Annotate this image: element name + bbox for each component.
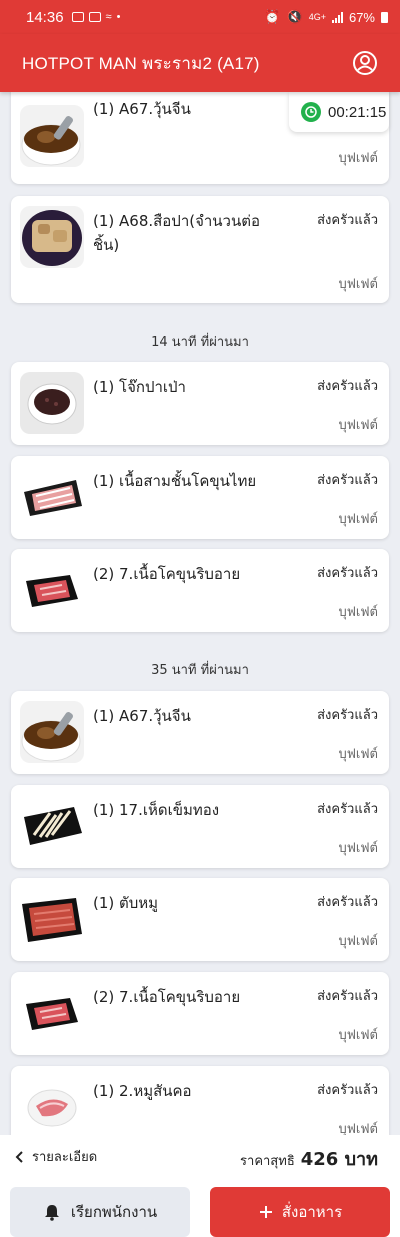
order-footer: รายละเอียด ราคาสุทธิ 426 บาท เรียกพนักงา… [0, 1135, 400, 1237]
order-item[interactable]: (2) 7.เนื้อโคขุนริบอาย ส่งครัวแล้ว บุฟเฟ… [11, 549, 389, 632]
pork-plate-image [20, 1076, 84, 1135]
clock-icon [301, 102, 321, 122]
item-type: บุฟเฟต์ [338, 151, 378, 166]
item-name: (1) A67.วุ้นจีน [93, 100, 191, 118]
item-type: บุฟเฟต์ [338, 605, 378, 620]
details-toggle[interactable]: รายละเอียด [14, 1146, 97, 1167]
order-item[interactable]: (1) 17.เห็ดเข็มทอง ส่งครัวแล้ว บุฟเฟต์ [11, 785, 389, 868]
item-type: บุฟเฟต์ [338, 747, 378, 762]
app-bar: HOTPOT MAN พระราม2 (A17) [0, 34, 400, 92]
total-price: ราคาสุทธิ 426 บาท [240, 1144, 378, 1173]
call-staff-button[interactable]: เรียกพนักงาน [10, 1187, 190, 1237]
item-type: บุฟเฟต์ [338, 512, 378, 527]
status-bar: 14:36 ≈ • ⏰ 🔇 4G+ 67% [0, 0, 400, 34]
item-name: (2) 7.เนื้อโคขุนริบอาย [93, 565, 241, 583]
soup-bowl-image [20, 105, 84, 167]
dot-icon: • [116, 11, 121, 23]
timer-value: 00:21:15 [328, 103, 387, 121]
order-item[interactable]: (1) 2.หมูสันคอ ส่งครัวแล้ว บุฟเฟต์ [11, 1066, 389, 1135]
price-label: ราคาสุทธิ [240, 1154, 295, 1169]
order-item[interactable]: (1) โจ๊กปาเป่า ส่งครัวแล้ว บุฟเฟต์ [11, 362, 389, 445]
fried-dish-image [20, 206, 84, 268]
item-type: บุฟเฟต์ [338, 277, 378, 292]
order-list[interactable]: 00:21:15 (1) A67.วุ้นจีน บุฟเฟต์ (1) A68… [0, 92, 400, 1135]
call-staff-label: เรียกพนักงาน [70, 1203, 158, 1221]
status-time: 14:36 [26, 8, 64, 26]
item-status: ส่งครัวแล้ว [317, 895, 378, 910]
item-status: ส่งครัวแล้ว [317, 473, 378, 488]
item-name: (1) ตับหมู [93, 894, 159, 912]
item-status: ส่งครัวแล้ว [317, 708, 378, 723]
gallery-icon [71, 12, 84, 22]
network-type: 4G+ [308, 12, 326, 22]
item-name: (1) 17.เห็ดเข็มทอง [93, 801, 220, 819]
page-title: HOTPOT MAN พระราม2 (A17) [22, 53, 260, 73]
item-type: บุฟเฟต์ [338, 1122, 378, 1135]
item-status: ส่งครัวแล้ว [317, 802, 378, 817]
order-item[interactable]: (1) A67.วุ้นจีน ส่งครัวแล้ว บุฟเฟต์ [11, 691, 389, 774]
account-icon[interactable] [352, 50, 378, 76]
section-header: 14 นาที ที่ผ่านมา [151, 335, 249, 350]
liver-tray-image [20, 888, 84, 950]
battery-icon [381, 11, 388, 23]
item-type: บุฟเฟต์ [338, 418, 378, 433]
soup-bowl-image [20, 701, 84, 763]
item-type: บุฟเฟต์ [338, 934, 378, 949]
item-type: บุฟเฟต์ [338, 1028, 378, 1043]
item-status: ส่งครัวแล้ว [317, 566, 378, 581]
item-status: ส่งครัวแล้ว [317, 1083, 378, 1098]
line-icon [88, 12, 101, 22]
item-name: (1) A67.วุ้นจีน [93, 707, 191, 725]
signal-icon [331, 11, 343, 23]
price-value: 426 บาท [300, 1149, 378, 1170]
order-item[interactable]: (1) เนื้อสามชั้นโคขุนไทย ส่งครัวแล้ว บุฟ… [11, 456, 389, 539]
alarm-icon: ⏰ [264, 9, 281, 24]
order-item[interactable]: (1) A68.สือปา(จำนวนต่อชิ้น) ส่งครัวแล้ว … [11, 196, 389, 303]
mute-icon: 🔇 [286, 9, 303, 24]
plus-icon [259, 1206, 272, 1218]
order-food-button[interactable]: สั่งอาหาร [210, 1187, 390, 1237]
session-timer: 00:21:15 [289, 92, 389, 132]
section-header: 35 นาที ที่ผ่านมา [151, 663, 249, 678]
beef-tray-image [20, 466, 84, 528]
order-food-label: สั่งอาหาร [281, 1203, 343, 1221]
details-label: รายละเอียด [32, 1150, 98, 1165]
item-status: ส่งครัวแล้ว [317, 379, 378, 394]
ribeye-tray-image [20, 559, 84, 621]
porridge-bowl-image [20, 372, 84, 434]
item-name: (2) 7.เนื้อโคขุนริบอาย [93, 988, 241, 1006]
order-item[interactable]: (1) ตับหมู ส่งครัวแล้ว บุฟเฟต์ [11, 878, 389, 961]
ribeye-tray-image [20, 982, 84, 1044]
item-status: ส่งครัวแล้ว [317, 989, 378, 1004]
mushroom-tray-image [20, 795, 84, 857]
arrows-icon: ≈ [105, 11, 112, 23]
battery-level: 67% [348, 9, 375, 25]
bell-icon [44, 1205, 59, 1221]
item-name: (1) A68.สือปา(จำนวนต่อชิ้น) [93, 212, 260, 254]
item-status: ส่งครัวแล้ว [317, 213, 378, 228]
item-type: บุฟเฟต์ [338, 841, 378, 856]
chevron-left-icon [15, 1150, 23, 1163]
item-name: (1) 2.หมูสันคอ [93, 1082, 192, 1100]
item-name: (1) เนื้อสามชั้นโคขุนไทย [93, 472, 257, 490]
item-name: (1) โจ๊กปาเป่า [93, 378, 186, 396]
order-item[interactable]: (2) 7.เนื้อโคขุนริบอาย ส่งครัวแล้ว บุฟเฟ… [11, 972, 389, 1055]
